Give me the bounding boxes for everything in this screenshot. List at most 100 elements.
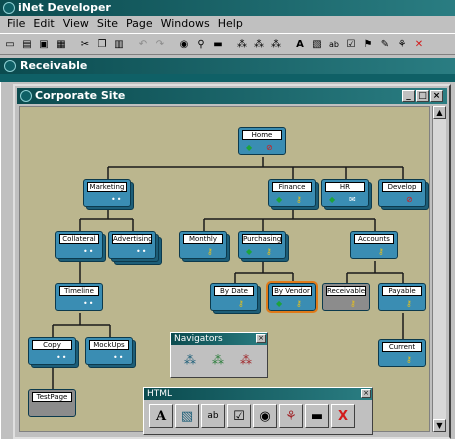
- scroll-down-arrow-icon[interactable]: ▼: [433, 419, 446, 432]
- app-icon[interactable]: [3, 2, 15, 14]
- navigators-palette-titlebar: Navigators ×: [171, 333, 267, 345]
- node-purchasing[interactable]: Purchasing ◆ ⚷: [238, 231, 289, 262]
- text-tool-icon[interactable]: A: [149, 404, 173, 428]
- node-label: MockUps: [89, 340, 129, 350]
- form-icon[interactable]: ✎: [377, 36, 393, 52]
- document-icon: ✉: [349, 195, 356, 204]
- minimize-button[interactable]: _: [402, 90, 415, 102]
- scroll-up-arrow-icon[interactable]: ▲: [433, 106, 446, 119]
- vertical-scrollbar[interactable]: ▲ ▼: [432, 106, 446, 432]
- tree-alt-icon[interactable]: ⁂: [251, 36, 267, 52]
- maximize-button[interactable]: □: [416, 90, 429, 102]
- navigators-close-button[interactable]: ×: [256, 334, 266, 343]
- key-icon: ⚷: [378, 247, 384, 256]
- node-home[interactable]: Home ◆ ⊘: [238, 127, 288, 157]
- cut-icon[interactable]: ✂: [77, 36, 93, 52]
- navigator-tree-alt-icon[interactable]: ⁂: [207, 350, 229, 370]
- key-icon: ⚷: [406, 355, 412, 364]
- no-entry-icon: ⊘: [266, 143, 273, 152]
- more-pages-icon: ••: [136, 247, 148, 256]
- node-advertising[interactable]: Advertising ••: [108, 231, 162, 265]
- menu-site[interactable]: Site: [93, 16, 122, 32]
- site-map-canvas[interactable]: Home ◆ ⊘ Marketing •• Finance ◆ ⚷ HR ◆ ✉…: [19, 106, 430, 432]
- node-label: HR: [325, 182, 365, 192]
- html-icon[interactable]: ⚘: [394, 36, 410, 52]
- menu-help[interactable]: Help: [214, 16, 247, 32]
- window-icon[interactable]: [20, 90, 32, 102]
- menu-file[interactable]: File: [3, 16, 29, 32]
- menu-page[interactable]: Page: [122, 16, 157, 32]
- publish-icon[interactable]: ▬: [210, 36, 226, 52]
- toolbar-separator: [70, 36, 76, 52]
- delete-tool-icon[interactable]: X: [331, 404, 355, 428]
- textfield-tool-icon[interactable]: ab: [201, 404, 225, 428]
- tree-icon[interactable]: ⁂: [234, 36, 250, 52]
- navigators-buttons: ⁂ ⁂ ⁂: [171, 345, 267, 375]
- node-testpage[interactable]: TestPage: [28, 389, 78, 419]
- navigators-palette: Navigators × ⁂ ⁂ ⁂: [170, 332, 268, 378]
- more-pages-icon: ••: [111, 195, 123, 204]
- html-palette-titlebar: HTML ×: [144, 388, 372, 400]
- checkbox-tool-icon[interactable]: ☑: [227, 404, 251, 428]
- paste-icon[interactable]: ▥: [111, 36, 127, 52]
- redo-icon[interactable]: ↷: [152, 36, 168, 52]
- node-copy[interactable]: Copy ••: [28, 337, 79, 368]
- undo-icon[interactable]: ↶: [135, 36, 151, 52]
- node-label: Collateral: [59, 234, 99, 244]
- close-button[interactable]: ×: [430, 90, 443, 102]
- green-diamond-icon: ◆: [276, 299, 283, 308]
- green-diamond-icon: ◆: [276, 195, 283, 204]
- node-by-date[interactable]: By Date ⚷: [210, 283, 261, 314]
- new-icon[interactable]: ▭: [2, 36, 18, 52]
- no-entry-icon: ⊘: [406, 195, 413, 204]
- node-accounts[interactable]: Accounts ⚷: [350, 231, 400, 261]
- menu-edit[interactable]: Edit: [29, 16, 58, 32]
- node-label: Marketing: [87, 182, 127, 192]
- copy-icon[interactable]: ❐: [94, 36, 110, 52]
- window-icon[interactable]: [4, 60, 16, 72]
- preview-icon[interactable]: ◉: [176, 36, 192, 52]
- node-finance[interactable]: Finance ◆ ⚷: [268, 179, 319, 210]
- key-icon: ⚷: [296, 195, 302, 204]
- node-collateral[interactable]: Collateral ••: [55, 231, 106, 262]
- node-marketing[interactable]: Marketing ••: [83, 179, 134, 210]
- image-icon[interactable]: ▧: [309, 36, 325, 52]
- navigator-tree-icon[interactable]: ⁂: [179, 350, 201, 370]
- html-palette: HTML × A ▧ ab ☑ ◉ ⚘ ▬ X: [143, 387, 373, 435]
- node-receivable[interactable]: Receivable ⚷: [322, 283, 372, 313]
- button-tool-icon[interactable]: ▬: [305, 404, 329, 428]
- image-tool-icon[interactable]: ▧: [175, 404, 199, 428]
- node-label: Copy: [32, 340, 72, 350]
- node-monthly[interactable]: Monthly ⚷: [179, 231, 230, 262]
- node-by-vendor[interactable]: By Vendor ◆ ⚷: [266, 281, 318, 313]
- node-hr[interactable]: HR ◆ ✉: [321, 179, 372, 210]
- node-timeline[interactable]: Timeline ••: [55, 283, 105, 313]
- site-map-connectors: [52, 157, 404, 389]
- applet-tool-icon[interactable]: ⚘: [279, 404, 303, 428]
- menu-view[interactable]: View: [59, 16, 93, 32]
- html-palette-close-button[interactable]: ×: [361, 389, 371, 398]
- text-icon[interactable]: A: [292, 36, 308, 52]
- save-icon[interactable]: ▣: [36, 36, 52, 52]
- node-label: Develop: [382, 182, 422, 192]
- close-form-icon[interactable]: ✕: [411, 36, 427, 52]
- receivable-window-header-stripe: [0, 74, 455, 82]
- node-mockups[interactable]: MockUps ••: [85, 337, 136, 368]
- radio-tool-icon[interactable]: ◉: [253, 404, 277, 428]
- node-payable[interactable]: Payable ⚷: [378, 283, 428, 313]
- navigator-tree-red-icon[interactable]: ⁂: [235, 350, 257, 370]
- tree-wide-icon[interactable]: ⁂: [268, 36, 284, 52]
- inet-developer-app: iNet Developer File Edit View Site Page …: [0, 0, 455, 439]
- print-icon[interactable]: ▦: [53, 36, 69, 52]
- link-icon[interactable]: ⚑: [360, 36, 376, 52]
- abc-icon[interactable]: ab: [326, 36, 342, 52]
- menu-windows[interactable]: Windows: [157, 16, 214, 32]
- node-develop[interactable]: Develop ⊘: [378, 179, 429, 210]
- green-diamond-icon: ◆: [329, 195, 336, 204]
- find-icon[interactable]: ⚲: [193, 36, 209, 52]
- main-toolbar: ▭ ▤ ▣ ▦ ✂ ❐ ▥ ↶ ↷ ◉ ⚲ ▬ ⁂ ⁂ ⁂ A ▧ ab ☑ ⚑…: [0, 33, 455, 55]
- checkbox-icon[interactable]: ☑: [343, 36, 359, 52]
- node-current[interactable]: Current ⚷: [378, 339, 428, 369]
- key-icon: ⚷: [238, 299, 244, 308]
- open-icon[interactable]: ▤: [19, 36, 35, 52]
